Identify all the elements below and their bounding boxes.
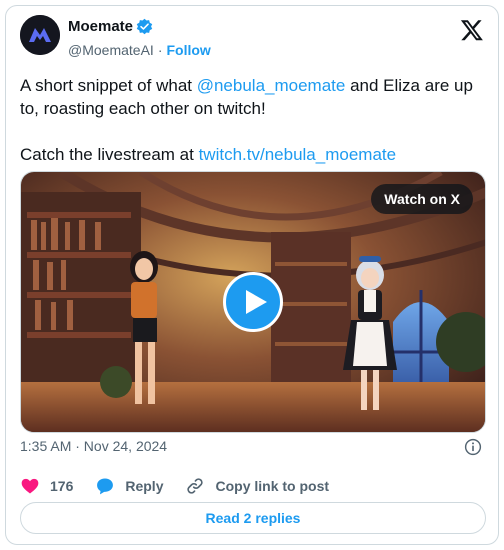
- like-button[interactable]: 176: [20, 476, 73, 496]
- link-icon: [187, 478, 204, 494]
- video-player[interactable]: Watch on X: [20, 171, 486, 433]
- like-count: 176: [50, 478, 74, 494]
- verified-badge-icon: [136, 18, 153, 35]
- author-name-row: Moemate: [68, 18, 153, 35]
- copy-link-button[interactable]: Copy link to post: [185, 476, 329, 496]
- reply-bubble-icon: [97, 478, 114, 495]
- heart-icon: [21, 478, 39, 494]
- reply-button[interactable]: Reply: [95, 476, 163, 496]
- display-name[interactable]: Moemate: [68, 18, 133, 35]
- tweet-paragraph-1: A short snippet of what @nebula_moemate …: [20, 74, 490, 120]
- timestamp[interactable]: 1:35 AM · Nov 24, 2024: [20, 438, 167, 454]
- follow-button[interactable]: Follow: [166, 42, 210, 58]
- tweet-text-segment: A short snippet of what: [20, 76, 197, 95]
- tweet-card: Moemate @MoemateAI · Follow A short snip…: [5, 5, 499, 545]
- avatar[interactable]: [20, 15, 60, 55]
- play-icon: [246, 290, 267, 314]
- reply-label: Reply: [125, 478, 164, 494]
- copy-link-label: Copy link to post: [215, 478, 330, 494]
- watch-on-x-button[interactable]: Watch on X: [371, 184, 473, 214]
- tweet-text: A short snippet of what @nebula_moemate …: [20, 74, 490, 166]
- x-logo-icon[interactable]: [460, 18, 484, 42]
- author-handle-row: @MoemateAI · Follow: [68, 42, 211, 58]
- action-bar: 176 Reply Copy link to post: [20, 476, 351, 496]
- read-replies-button[interactable]: Read 2 replies: [20, 502, 486, 534]
- tweet-text-segment: Catch the livestream at: [20, 145, 199, 164]
- info-icon[interactable]: [464, 438, 482, 456]
- livestream-link[interactable]: twitch.tv/nebula_moemate: [199, 145, 397, 164]
- play-button[interactable]: [223, 272, 283, 332]
- tweet-paragraph-2: Catch the livestream at twitch.tv/nebula…: [20, 143, 490, 166]
- author-handle[interactable]: @MoemateAI: [68, 42, 154, 58]
- mention-link[interactable]: @nebula_moemate: [197, 76, 346, 95]
- moemate-logo-icon: [20, 15, 60, 55]
- separator-dot: ·: [157, 42, 163, 58]
